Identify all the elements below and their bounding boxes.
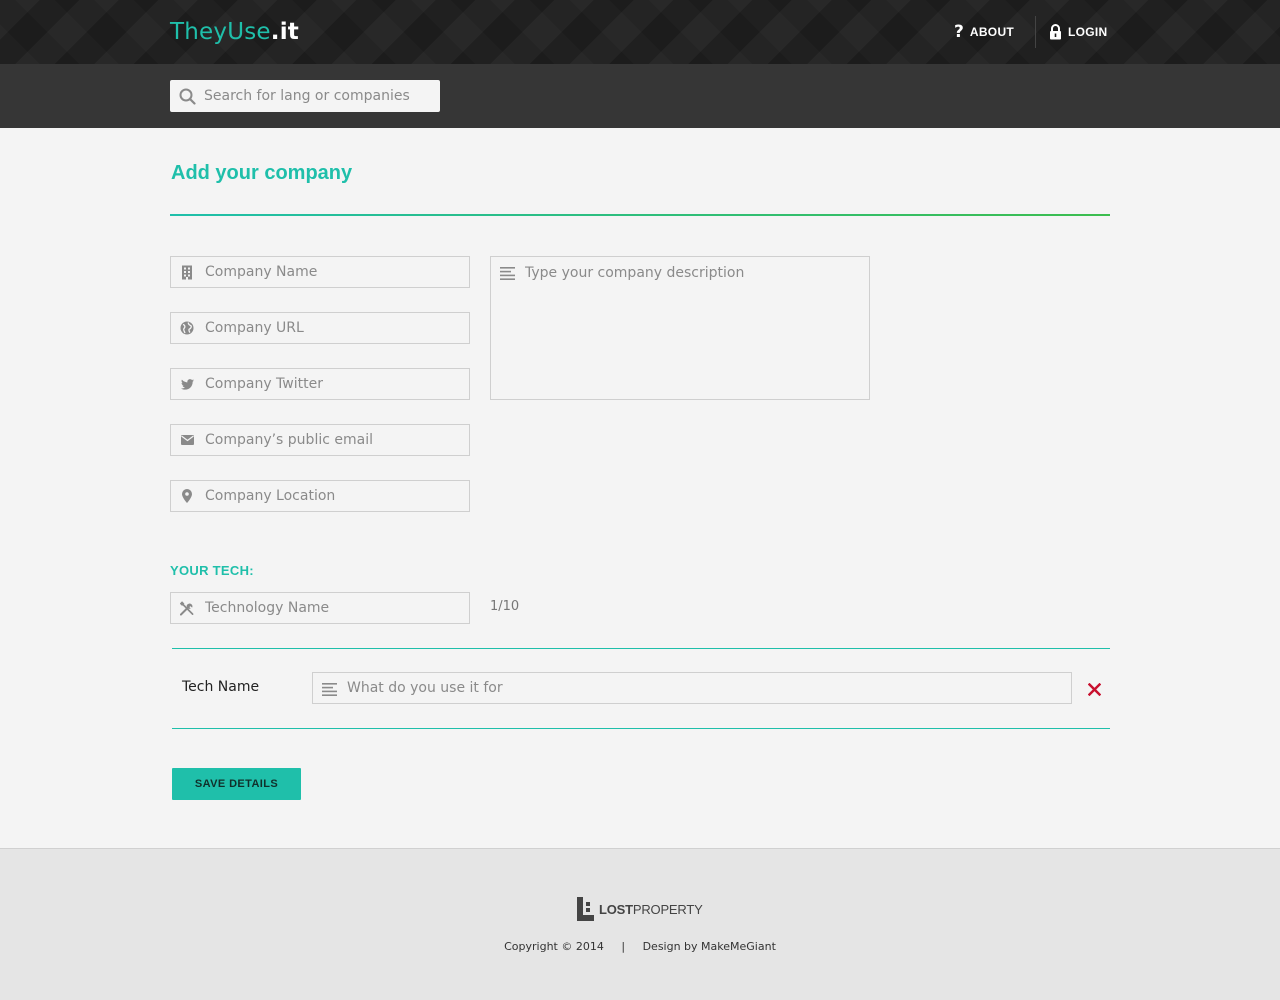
lock-icon <box>1049 24 1062 40</box>
footer-logo-bold: LOST <box>599 901 633 917</box>
title-divider <box>170 214 1110 216</box>
company-twitter-field <box>170 368 470 400</box>
map-pin-icon <box>180 489 194 503</box>
save-details-button[interactable]: SAVE DETAILS <box>172 768 301 800</box>
search-icon <box>179 88 196 109</box>
search-input[interactable] <box>204 80 434 112</box>
logo-suffix-text: .it <box>270 19 299 45</box>
question-icon: ? <box>954 22 964 42</box>
tech-usage-field <box>312 672 1072 704</box>
company-location-field <box>170 480 470 512</box>
copyright-text: Copyright © 2014 <box>504 940 604 953</box>
tech-section-heading: YOUR TECH: <box>170 563 254 578</box>
building-icon <box>180 265 194 279</box>
company-twitter-input[interactable] <box>205 369 460 399</box>
footer-credits: Copyright © 2014 | Design by MakeMeGiant <box>0 940 1280 953</box>
company-description-field <box>490 256 870 400</box>
lost-property-logo[interactable]: LOST PROPERTY <box>577 897 703 921</box>
close-icon <box>1087 682 1101 696</box>
design-credit-link[interactable]: Design by MakeMeGiant <box>643 940 776 953</box>
tech-row-name: Tech Name <box>182 679 260 695</box>
company-email-field <box>170 424 470 456</box>
company-name-input[interactable] <box>205 257 460 287</box>
nav-about-link[interactable]: ? ABOUT <box>954 0 1014 64</box>
align-left-icon <box>500 265 515 284</box>
footer-logo-light: PROPERTY <box>632 901 703 917</box>
company-location-input[interactable] <box>205 481 460 511</box>
lost-property-mark-icon <box>577 897 594 921</box>
envelope-icon <box>180 433 194 447</box>
company-email-input[interactable] <box>205 425 460 455</box>
nav-login-link[interactable]: LOGIN <box>1049 0 1108 64</box>
site-logo[interactable]: TheyUse.it <box>170 16 299 48</box>
nav-about-label: ABOUT <box>969 25 1015 39</box>
globe-icon <box>180 321 194 335</box>
search-box <box>170 80 440 112</box>
company-url-field <box>170 312 470 344</box>
company-description-input[interactable] <box>525 264 860 392</box>
footer: LOST PROPERTY Copyright © 2014 | Design b… <box>0 848 1280 1000</box>
technology-name-input[interactable] <box>205 593 460 623</box>
page-title: Add your company <box>171 162 353 184</box>
remove-tech-button[interactable] <box>1085 680 1103 698</box>
top-navbar: TheyUse.it ? ABOUT LOGIN <box>0 0 1280 64</box>
company-name-field <box>170 256 470 288</box>
tech-count: 1/10 <box>490 599 520 614</box>
logo-main-text: TheyUse <box>170 19 271 45</box>
tech-list-top-divider <box>172 648 1110 649</box>
technology-name-field <box>170 592 470 624</box>
nav-login-label: LOGIN <box>1068 25 1108 39</box>
tech-usage-input[interactable] <box>347 673 1062 703</box>
footer-separator: | <box>621 940 626 953</box>
tech-list-bottom-divider <box>172 728 1110 729</box>
align-left-icon <box>322 681 337 700</box>
twitter-icon <box>180 377 194 391</box>
company-url-input[interactable] <box>205 313 460 343</box>
nav-divider <box>1035 16 1036 48</box>
tools-icon <box>180 600 194 616</box>
